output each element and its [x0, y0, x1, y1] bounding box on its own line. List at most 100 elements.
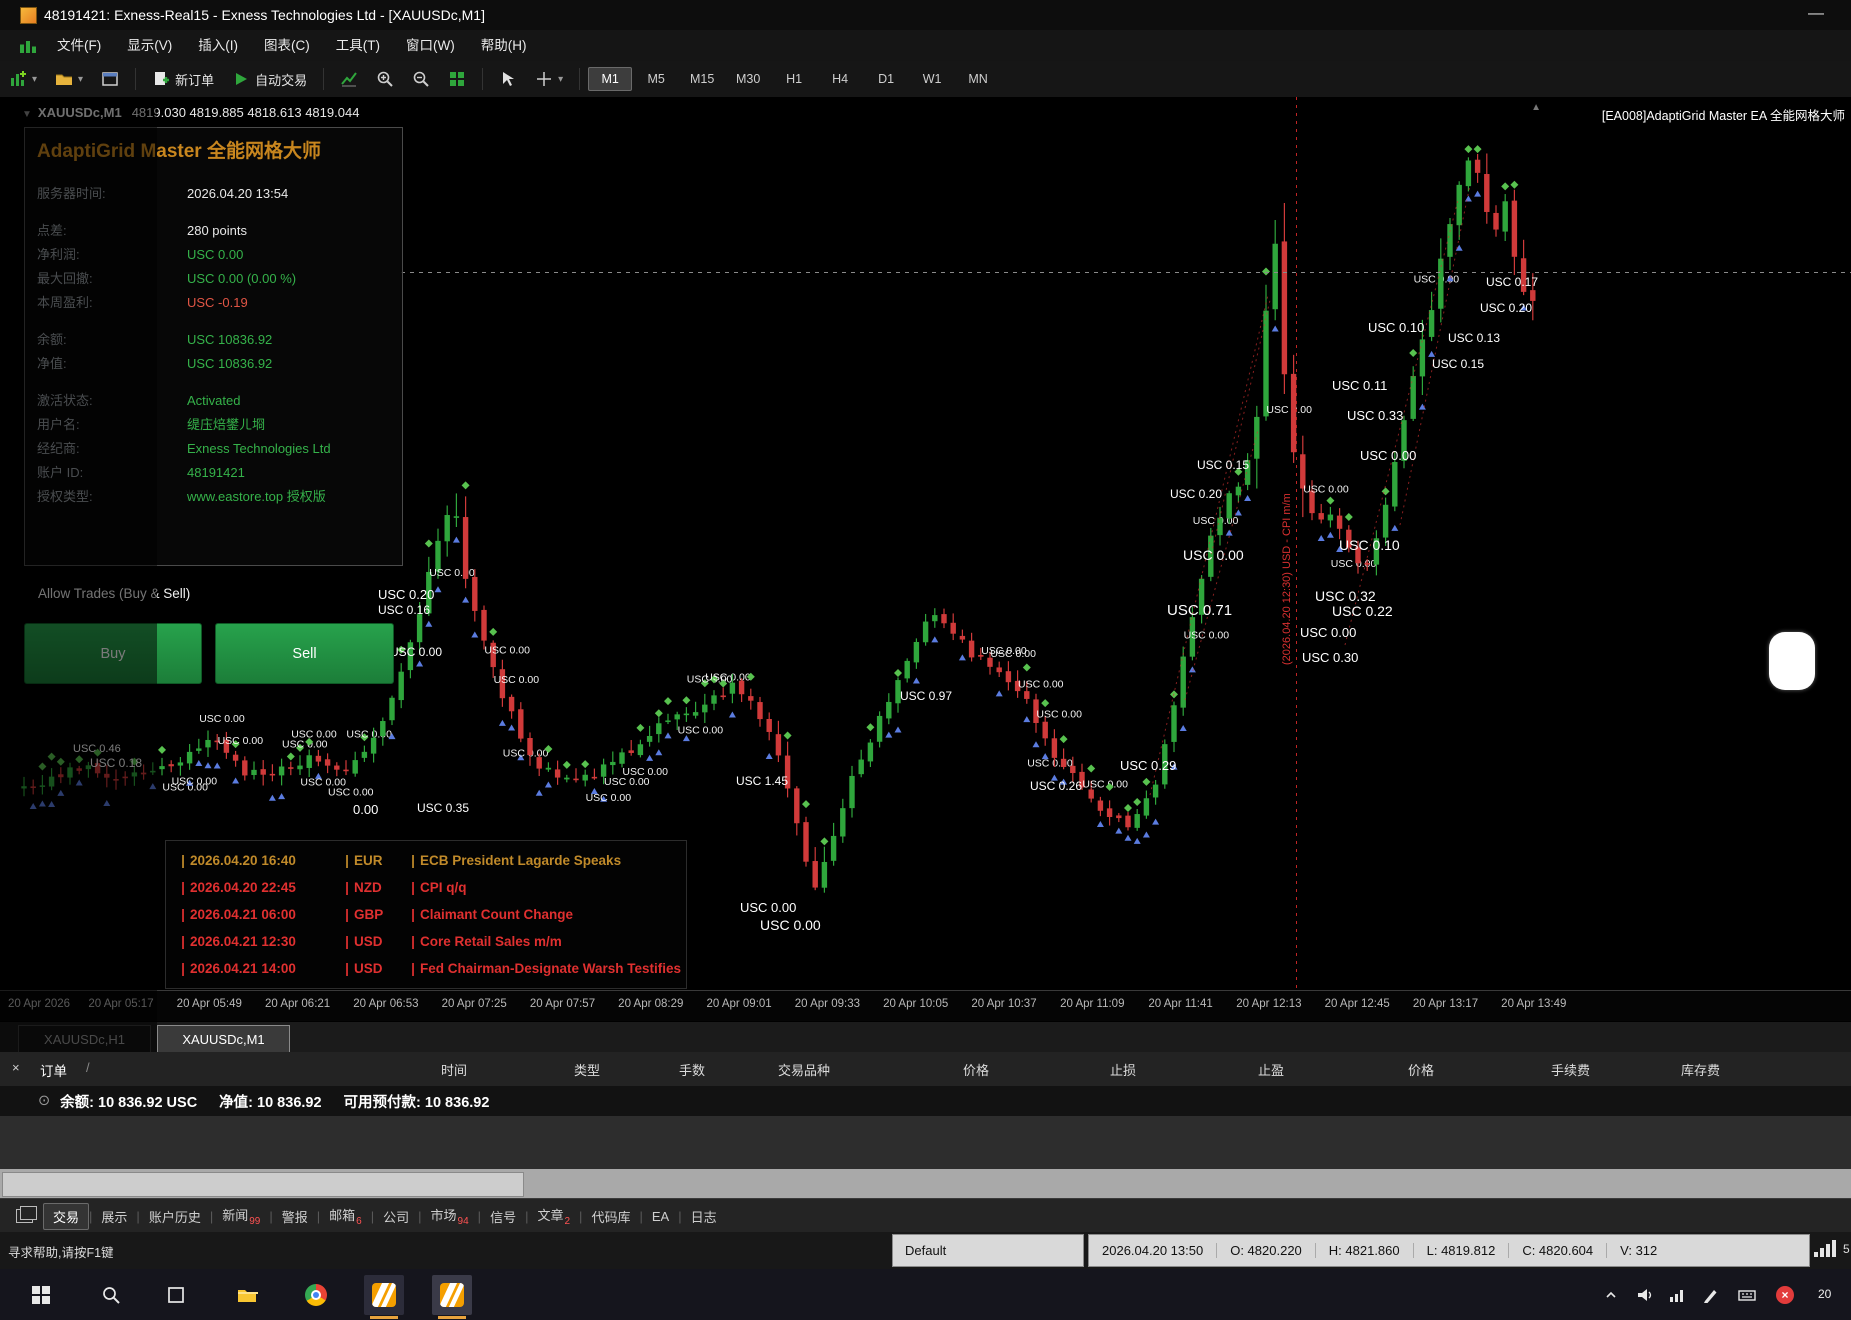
notification-stop-icon[interactable]: × — [1772, 1282, 1798, 1308]
terminal-tab-1[interactable]: 展示 — [92, 1204, 136, 1229]
autotrade-button[interactable]: 自动交易 — [224, 66, 315, 93]
menu-item-0[interactable]: 文件(F) — [44, 30, 114, 61]
menu-item-6[interactable]: 帮助(H) — [468, 30, 540, 61]
ea-row-label: 授权类型: — [37, 486, 187, 505]
news-row-3: |2026.04.21 12:30|USD|Core Retail Sales … — [176, 928, 686, 955]
terminal-column-9[interactable]: 库存费 — [1590, 1060, 1720, 1079]
sell-button[interactable]: Sell — [215, 623, 394, 684]
menu-item-3[interactable]: 图表(C) — [251, 30, 323, 61]
terminal-column-0[interactable]: 时间 — [337, 1060, 467, 1079]
terminal-tab-6[interactable]: 公司 — [374, 1204, 418, 1229]
close-icon[interactable]: × — [12, 1060, 20, 1075]
terminal-column-5[interactable]: 止损 — [1006, 1060, 1136, 1079]
menu-item-1[interactable]: 显示(V) — [114, 30, 185, 61]
ea-row-value: USC 0.00 — [187, 247, 243, 262]
terminal-tab-3[interactable]: 新闻99 — [213, 1202, 269, 1230]
search-icon[interactable] — [98, 1282, 124, 1308]
start-button[interactable] — [28, 1282, 54, 1308]
autoscroll-icon[interactable]: ▲ — [1531, 102, 1541, 113]
toolbar-separator — [135, 68, 136, 90]
window-layout-button[interactable] — [93, 66, 127, 92]
terminal-column-6[interactable]: 止盈 — [1154, 1060, 1284, 1079]
terminal-column-8[interactable]: 手续费 — [1460, 1060, 1590, 1079]
terminal-hscrollbar[interactable] — [0, 1169, 1851, 1198]
indicators-button[interactable] — [332, 66, 366, 92]
menu-item-4[interactable]: 工具(T) — [323, 30, 393, 61]
pen-icon[interactable] — [1698, 1282, 1724, 1308]
ea-row-label: 点差: — [37, 220, 187, 239]
terminal-tab-9[interactable]: 文章2 — [528, 1202, 579, 1230]
timeframe-m15[interactable]: M15 — [680, 67, 724, 91]
terminal-tab-0[interactable]: 交易 — [43, 1203, 89, 1230]
terminal-tab-10[interactable]: 代码库 — [582, 1204, 639, 1229]
terminal-tab-8[interactable]: 信号 — [481, 1204, 525, 1229]
menu-item-5[interactable]: 窗口(W) — [393, 30, 468, 61]
terminal-tab-4[interactable]: 警报 — [273, 1204, 317, 1229]
timeframe-m30[interactable]: M30 — [726, 67, 770, 91]
timeframe-mn[interactable]: MN — [956, 67, 1000, 91]
zoom-in-icon — [376, 70, 394, 88]
svg-text:USC 0.00: USC 0.00 — [1184, 629, 1230, 641]
autotrade-label: 自动交易 — [255, 70, 307, 89]
profit-label-10: USC 1.45 — [736, 774, 788, 788]
task-view-icon[interactable] — [163, 1282, 189, 1308]
minimize-button[interactable]: — — [1801, 0, 1831, 28]
profit-label-3: USC 0.22 — [1332, 603, 1393, 619]
crosshair-button[interactable]: ▾ — [527, 66, 571, 92]
new-chart-button[interactable]: ▾ — [1, 66, 45, 92]
terminal-column-4[interactable]: 价格 — [859, 1060, 989, 1079]
taskbar-clock[interactable]: 20 — [1818, 1287, 1831, 1301]
terminal-tab-2[interactable]: 账户历史 — [140, 1204, 210, 1229]
terminal-column-2[interactable]: 手数 — [575, 1060, 705, 1079]
current-price-line — [401, 272, 1851, 273]
tray-chevron-up-icon[interactable] — [1598, 1282, 1624, 1308]
chart-tab-xauusdc-m1[interactable]: XAUUSDc,M1 — [157, 1025, 290, 1053]
buy-button[interactable]: Buy — [24, 623, 202, 684]
ea-row-value: Exness Technologies Ltd — [187, 441, 331, 456]
timeframe-w1[interactable]: W1 — [910, 67, 954, 91]
profit-label-7: USC 0.20 — [1170, 487, 1222, 501]
terminal-tab-11[interactable]: EA — [643, 1206, 678, 1227]
orders-tab[interactable]: 订单 — [40, 1060, 67, 1080]
terminal-column-3[interactable]: 交易品种 — [700, 1060, 830, 1079]
status-profile[interactable]: Default — [892, 1234, 1084, 1267]
time-axis-label-14: 20 Apr 12:13 — [1224, 998, 1314, 1010]
timeframe-h1[interactable]: H1 — [772, 67, 816, 91]
ea-row-value: 缇庒焙鐢ㄦ埛 — [187, 417, 265, 432]
chart-area[interactable]: USC 0.00USC 0.00USC 0.00USC 0.00USC 0.00… — [0, 97, 1851, 990]
exness-app-icon-1[interactable] — [371, 1282, 397, 1308]
timeframe-m1[interactable]: M1 — [588, 67, 632, 91]
profit-label-14: 0.00 — [353, 802, 378, 817]
timeframe-d1[interactable]: D1 — [864, 67, 908, 91]
ea-row-9: 经纪商:Exness Technologies Ltd — [37, 438, 331, 460]
new-order-icon — [152, 70, 170, 88]
network-icon[interactable] — [1664, 1282, 1690, 1308]
menu-item-2[interactable]: 插入(I) — [185, 30, 251, 61]
terminal-column-7[interactable]: 价格 — [1304, 1060, 1434, 1079]
cursor-button[interactable] — [491, 66, 525, 92]
news-row-1: |2026.04.20 22:45|NZD|CPI q/q — [176, 874, 686, 901]
keyboard-icon[interactable] — [1734, 1282, 1760, 1308]
status-ohlc-item-0: 2026.04.20 13:50 — [1089, 1243, 1217, 1258]
terminal-tab-5[interactable]: 邮箱6 — [320, 1202, 371, 1230]
terminal-tab-7[interactable]: 市场94 — [422, 1202, 478, 1230]
new-order-button[interactable]: 新订单 — [144, 66, 222, 93]
chrome-icon[interactable] — [303, 1282, 329, 1308]
terminal-tab-12[interactable]: 日志 — [682, 1204, 726, 1229]
exness-app-icon-2[interactable] — [439, 1282, 465, 1308]
profit-label-19: USC 0.30 — [1302, 650, 1358, 665]
zoom-in-button[interactable] — [368, 66, 402, 92]
profiles-button[interactable]: ▾ — [47, 66, 91, 92]
balance-row: ⊙ 余额: 10 836.92 USC 净值: 10 836.92 可用预付款:… — [0, 1086, 1851, 1116]
time-axis[interactable]: 20 Apr 202620 Apr 05:1720 Apr 05:4920 Ap… — [0, 990, 1851, 1022]
timeframe-h4[interactable]: H4 — [818, 67, 862, 91]
scrollbar-thumb[interactable] — [2, 1172, 524, 1197]
chart-tab-xauusdc-h1[interactable]: XAUUSDc,H1 — [18, 1025, 151, 1053]
zoom-out-button[interactable] — [404, 66, 438, 92]
volume-icon[interactable] — [1632, 1282, 1658, 1308]
tile-windows-button[interactable] — [440, 66, 474, 92]
timeframe-m5[interactable]: M5 — [634, 67, 678, 91]
file-explorer-icon[interactable] — [234, 1282, 260, 1308]
chart-collapse-icon[interactable]: ▼ — [22, 109, 32, 120]
profit-label-8: USC 0.00 — [760, 917, 821, 933]
